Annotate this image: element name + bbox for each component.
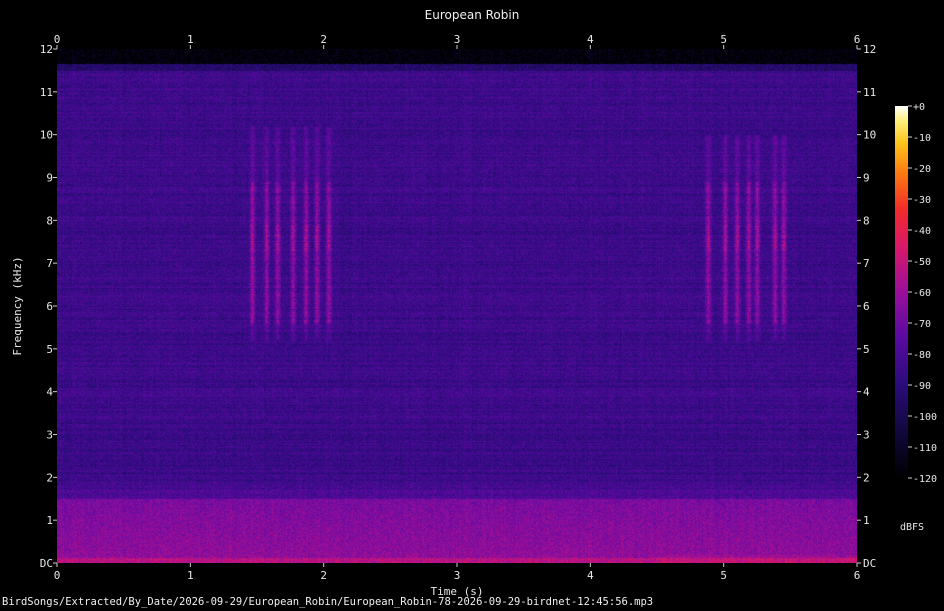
- x-tick-label-top: 0: [54, 33, 61, 46]
- colorbar-label: dBFS: [900, 522, 924, 533]
- x-tick-label-bottom: 2: [320, 569, 327, 582]
- y-tick-label-right: DC: [863, 557, 876, 570]
- y-tick-label-right: 3: [863, 429, 870, 442]
- colorbar-tick-label: -20: [913, 164, 931, 175]
- colorbar-tick-label: -70: [913, 319, 931, 330]
- colorbar-tick-label: -80: [913, 350, 931, 361]
- colorbar-tick-label: -120: [913, 474, 937, 485]
- y-tick-label-left: 6: [46, 300, 53, 313]
- y-tick-label-left: 1: [46, 514, 53, 527]
- y-tick-label-left: DC: [40, 557, 53, 570]
- y-tick-label-right: 10: [863, 129, 876, 142]
- y-tick-label-left: 2: [46, 471, 53, 484]
- colorbar-tick-label: -30: [913, 195, 931, 206]
- colorbar: [895, 106, 908, 478]
- y-tick-label-right: 8: [863, 214, 870, 227]
- x-axis-bottom: 0 1 2 3 4 5 6: [54, 563, 861, 582]
- colorbar-tick-label: -100: [913, 412, 937, 423]
- y-tick-label-left: 8: [46, 214, 53, 227]
- x-tick-label-top: 5: [720, 33, 727, 46]
- colorbar-tick-label: -110: [913, 443, 937, 454]
- colorbar-ticks: +0 -10 -20 -30 -40 -50 -60 -70 -80 -90 -100 -110 -12…: [908, 102, 937, 485]
- colorbar-tick-label: -90: [913, 381, 931, 392]
- x-tick-label-bottom: 3: [454, 569, 461, 582]
- y-tick-label-right: 2: [863, 471, 870, 484]
- y-tick-label-left: 10: [40, 129, 53, 142]
- y-tick-label-right: 5: [863, 343, 870, 356]
- y-tick-label-left: 9: [46, 172, 53, 185]
- y-tick-label-right: 4: [863, 386, 870, 399]
- x-tick-label-bottom: 5: [720, 569, 727, 582]
- y-tick-label-left: 3: [46, 429, 53, 442]
- file-path-footer: BirdSongs/Extracted/By_Date/2026-09-29/E…: [2, 596, 654, 608]
- x-tick-label-top: 4: [587, 33, 594, 46]
- y-tick-label-right: 12: [863, 43, 876, 56]
- y-tick-label-right: 6: [863, 300, 870, 313]
- chart-title: European Robin: [425, 8, 520, 22]
- x-tick-label-top: 6: [854, 33, 861, 46]
- y-tick-label-left: 12: [40, 43, 53, 56]
- colorbar-tick-label: -60: [913, 288, 931, 299]
- colorbar-tick-label: -10: [913, 133, 931, 144]
- y-tick-label-right: 9: [863, 172, 870, 185]
- y-axis-label: Frequency (kHz): [11, 256, 24, 355]
- x-tick-label-bottom: 1: [187, 569, 194, 582]
- y-tick-label-right: 1: [863, 514, 870, 527]
- y-tick-label-right: 7: [863, 257, 870, 270]
- spectrogram-plot-area: [57, 49, 857, 563]
- y-tick-label-left: 4: [46, 386, 53, 399]
- spectrogram-chart: European Robin 0123456 0123456 DC1234567…: [11, 8, 937, 598]
- x-tick-label-bottom: 0: [54, 569, 61, 582]
- x-tick-label-bottom: 6: [854, 569, 861, 582]
- y-tick-label-left: 7: [46, 257, 53, 270]
- x-tick-label-top: 2: [320, 33, 327, 46]
- y-tick-label-left: 5: [46, 343, 53, 356]
- colorbar-tick-label: -40: [913, 226, 931, 237]
- y-axis-left: DC123456789101112: [40, 43, 57, 570]
- colorbar-tick-label: +0: [913, 102, 925, 113]
- x-axis-top: 0 1 2 3 4 5 6: [54, 33, 861, 49]
- colorbar-tick-label: -50: [913, 257, 931, 268]
- x-tick-label-top: 3: [454, 33, 461, 46]
- y-tick-label-right: 11: [863, 86, 876, 99]
- y-axis-right: DC123456789101112: [857, 43, 876, 570]
- x-tick-label-bottom: 4: [587, 569, 594, 582]
- x-tick-label-top: 1: [187, 33, 194, 46]
- y-tick-label-left: 11: [40, 86, 53, 99]
